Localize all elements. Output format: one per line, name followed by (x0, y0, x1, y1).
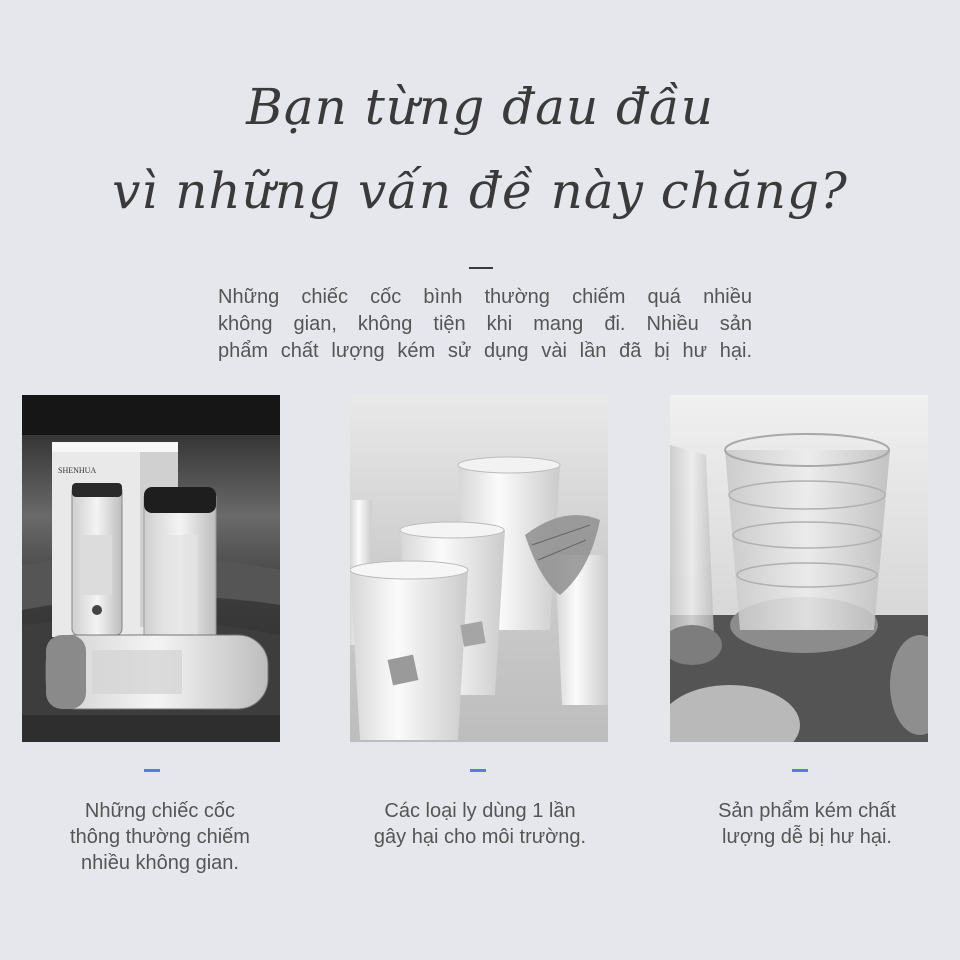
headline-divider (469, 267, 493, 269)
photo-paper-cups (350, 395, 608, 742)
caption-card-2-line-1: Các loại ly dùng 1 lần (384, 800, 576, 822)
accent-dash-3 (792, 769, 808, 772)
caption-card-1-line-3: nhiều không gian. (81, 852, 239, 874)
caption-card-1: Những chiếc cốc thông thường chiếm nhiều… (20, 798, 300, 876)
headline-line-2: vì những vấn đề này chăng? (112, 162, 848, 220)
brand-label: SHENHUA (58, 466, 96, 475)
page: Bạn từng đau đầu vì những vấn đề này chă… (0, 0, 960, 960)
caption-card-1-line-2: thông thường chiếm (70, 826, 250, 848)
caption-card-3: Sản phẩm kém chất lượng dễ bị hư hại. (667, 798, 947, 850)
caption-card-1-line-1: Những chiếc cốc (84, 800, 236, 822)
intro-line-3: phẩm chất lượng kém sử dụng vài lần đã b… (218, 340, 752, 362)
intro-line-1: Những chiếc cốc bình thường chiếm quá nh… (218, 286, 752, 308)
intro-line-2: không gian, không tiện khi mang đi. Nhiề… (218, 313, 752, 335)
photo-glass-bottles: SHENHUA (22, 395, 280, 742)
photo-collapsible-cups (670, 395, 928, 742)
caption-card-2: Các loại ly dùng 1 lần gây hại cho môi t… (340, 798, 620, 850)
caption-card-2-line-2: gây hại cho môi trường. (373, 826, 587, 848)
headline-line-1: Bạn từng đau đầu (246, 78, 714, 136)
caption-card-3-line-2: lượng dễ bị hư hại. (722, 826, 892, 848)
caption-card-3-line-1: Sản phẩm kém chất (718, 800, 896, 822)
headline: Bạn từng đau đầu vì những vấn đề này chă… (0, 62, 960, 236)
accent-dash-1 (144, 769, 160, 772)
accent-dash-2 (470, 769, 486, 772)
intro-text: Những chiếc cốc bình thường chiếm quá nh… (218, 284, 752, 365)
